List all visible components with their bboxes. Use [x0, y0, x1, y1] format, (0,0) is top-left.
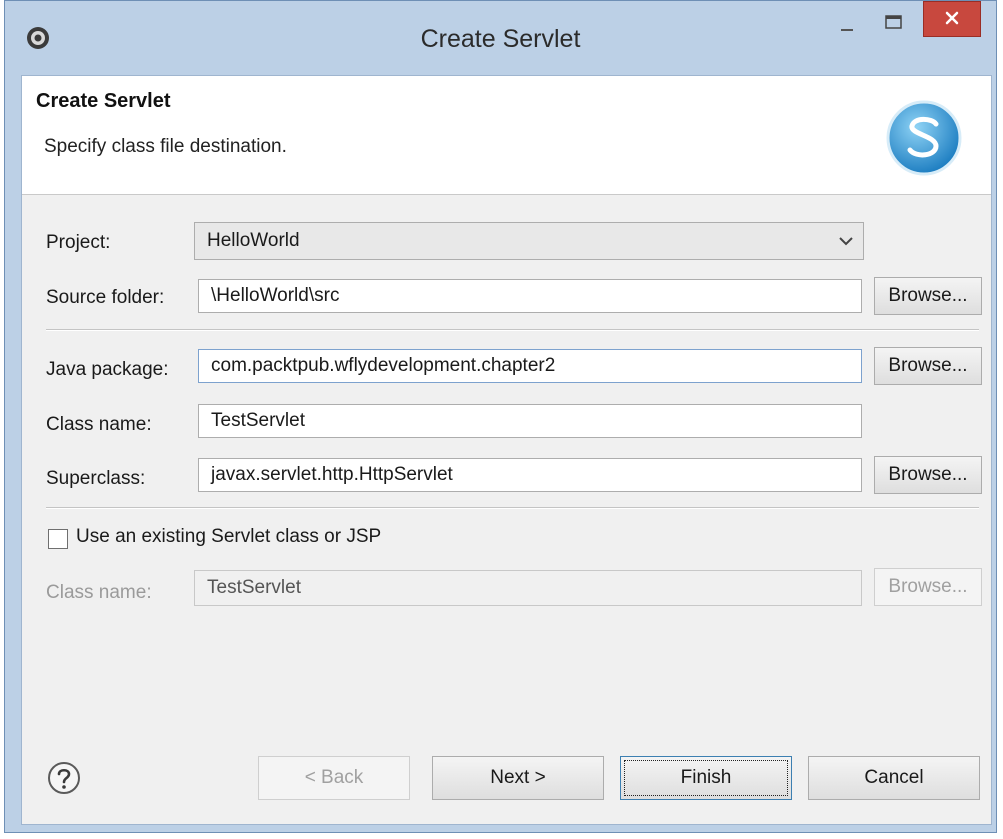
servlet-s-logo-icon: [886, 100, 962, 176]
close-button[interactable]: [923, 1, 981, 37]
close-icon: [945, 11, 959, 25]
banner-title: Create Servlet: [36, 90, 171, 112]
maximize-button[interactable]: [873, 9, 913, 39]
maximize-icon: [885, 15, 902, 29]
chevron-down-icon: [839, 237, 853, 246]
next-button[interactable]: Next >: [432, 756, 604, 800]
existing-class-browse-button: Browse...: [874, 568, 982, 606]
title-bar[interactable]: Create Servlet: [5, 1, 996, 75]
help-question-icon[interactable]: [46, 760, 82, 796]
separator: [46, 329, 979, 331]
finish-button[interactable]: Finish: [620, 756, 792, 800]
class-name-label: Class name:: [46, 414, 152, 435]
back-button: < Back: [258, 756, 410, 800]
use-existing-checkbox[interactable]: [48, 529, 68, 549]
superclass-browse-button[interactable]: Browse...: [874, 456, 982, 494]
source-folder-label: Source folder:: [46, 287, 165, 308]
use-existing-label[interactable]: Use an existing Servlet class or JSP: [76, 526, 381, 548]
source-folder-browse-button[interactable]: Browse...: [874, 277, 982, 315]
project-label: Project:: [46, 232, 111, 253]
minimize-icon: [841, 29, 853, 31]
class-name-field[interactable]: TestServlet: [198, 404, 862, 438]
project-value: HelloWorld: [207, 230, 300, 251]
java-package-label: Java package:: [46, 359, 169, 380]
superclass-field[interactable]: javax.servlet.http.HttpServlet: [198, 458, 862, 492]
existing-class-name-field: TestServlet: [194, 570, 862, 606]
wizard-banner: Create Servlet Specify class file destin…: [22, 76, 991, 195]
minimize-button[interactable]: [827, 9, 867, 39]
existing-class-name-label: Class name:: [46, 582, 152, 603]
separator: [46, 507, 979, 509]
java-package-field[interactable]: com.packtpub.wflydevelopment.chapter2: [198, 349, 862, 383]
source-folder-field[interactable]: \HelloWorld\src: [198, 279, 862, 313]
cancel-button[interactable]: Cancel: [808, 756, 980, 800]
create-servlet-window: Create Servlet Create Servlet Specify cl…: [4, 0, 997, 833]
banner-subtitle: Specify class file destination.: [44, 136, 287, 157]
superclass-label: Superclass:: [46, 468, 146, 489]
java-package-browse-button[interactable]: Browse...: [874, 347, 982, 385]
dialog-client-area: Create Servlet Specify class file destin…: [21, 75, 992, 825]
project-combo[interactable]: HelloWorld: [194, 222, 864, 260]
